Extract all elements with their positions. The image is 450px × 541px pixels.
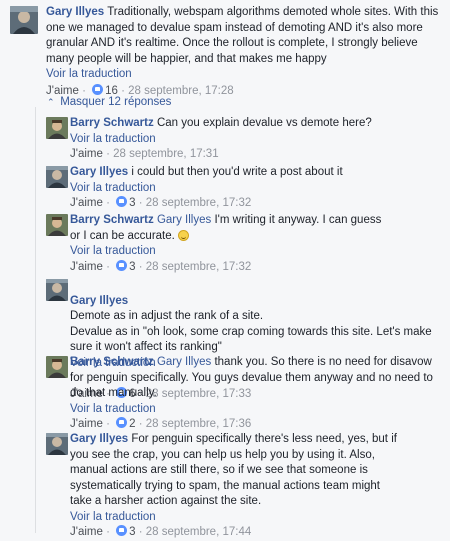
reply-meta: J'aime · 28 septembre, 17:31 xyxy=(70,148,219,160)
like-reaction-icon xyxy=(116,196,128,207)
comment-text: Traditionally, webspam algorithms demote… xyxy=(46,6,439,65)
like-link[interactable]: J'aime xyxy=(46,85,79,97)
timestamp[interactable]: 28 septembre, 17:28 xyxy=(128,85,234,97)
thread-line xyxy=(35,107,36,533)
avatar-image xyxy=(46,214,68,236)
avatar-barry-schwartz[interactable] xyxy=(46,117,68,139)
like-reaction-icon xyxy=(116,525,128,536)
avatar-image xyxy=(46,433,68,455)
avatar-gary-illyes[interactable] xyxy=(46,279,68,301)
like-reaction-icon xyxy=(116,259,128,271)
avatar-gary-illyes[interactable] xyxy=(46,166,68,188)
reply-author[interactable]: Barry Schwartz xyxy=(70,117,154,129)
avatar-gary-illyes[interactable] xyxy=(46,433,68,455)
translate-link[interactable]: Voir la traduction xyxy=(70,402,442,418)
timestamp[interactable]: 28 septembre, 17:44 xyxy=(146,526,252,538)
timestamp[interactable]: 28 septembre, 17:32 xyxy=(146,261,252,273)
avatar-image xyxy=(10,6,38,34)
avatar-gary-illyes[interactable] xyxy=(10,6,38,34)
chevron-up-icon: ⌃ xyxy=(47,97,55,107)
reply-meta: J'aime · 2 · 28 septembre, 17:36 xyxy=(70,417,252,430)
comment-author[interactable]: Gary Illyes xyxy=(46,6,104,18)
mention-link[interactable]: Gary Illyes xyxy=(157,356,211,368)
reply-author[interactable]: Gary Illyes xyxy=(70,295,128,307)
hide-replies-toggle[interactable]: ⌃ Masquer 12 réponses xyxy=(47,96,171,108)
translate-link[interactable]: Voir la traduction xyxy=(70,510,400,526)
timestamp[interactable]: 28 septembre, 17:31 xyxy=(113,148,219,160)
avatar-image xyxy=(46,279,68,301)
like-reaction-icon xyxy=(116,417,128,428)
hide-replies-label: Masquer 12 réponses xyxy=(60,96,172,108)
like-link[interactable]: J'aime xyxy=(70,261,103,273)
reply-author[interactable]: Gary Illyes xyxy=(70,166,128,178)
avatar-image xyxy=(46,166,68,188)
like-link[interactable]: J'aime xyxy=(70,148,103,160)
reaction-count[interactable]: 2 xyxy=(129,418,135,430)
avatar-image xyxy=(46,117,68,139)
reply-text: i could but then you'd write a post abou… xyxy=(131,166,343,178)
avatar-image xyxy=(46,356,68,378)
translate-link[interactable]: Voir la traduction xyxy=(70,132,442,148)
translate-link[interactable]: Voir la traduction xyxy=(70,181,442,197)
reply-author[interactable]: Barry Schwartz xyxy=(70,356,154,368)
reply-text: Demote as in adjust the rank of a site. … xyxy=(70,310,432,353)
reaction-count[interactable]: 16 xyxy=(105,85,118,97)
avatar-barry-schwartz[interactable] xyxy=(46,214,68,236)
like-link[interactable]: J'aime xyxy=(70,418,103,430)
reaction-count[interactable]: 3 xyxy=(129,261,135,273)
reply-text: Can you explain devalue vs demote here? xyxy=(156,117,372,129)
like-link[interactable]: J'aime xyxy=(70,526,103,538)
reply-author[interactable]: Barry Schwartz xyxy=(70,214,154,226)
reaction-count[interactable]: 3 xyxy=(129,526,135,538)
timestamp[interactable]: 28 septembre, 17:32 xyxy=(146,197,252,209)
like-reaction-icon xyxy=(92,83,104,95)
translate-link[interactable]: Voir la traduction xyxy=(70,244,394,260)
reply-author[interactable]: Gary Illyes xyxy=(70,433,128,445)
translate-link[interactable]: Voir la traduction xyxy=(46,67,446,83)
like-link[interactable]: J'aime xyxy=(70,197,103,209)
reply-meta: J'aime · 3 · 28 septembre, 17:32 xyxy=(70,196,252,209)
timestamp[interactable]: 28 septembre, 17:36 xyxy=(146,418,252,430)
reply-meta: J'aime · 3 · 28 septembre, 17:32 xyxy=(70,259,252,273)
smile-emoji-icon xyxy=(178,229,190,241)
mention-link[interactable]: Gary Illyes xyxy=(157,214,211,226)
reaction-count[interactable]: 3 xyxy=(129,197,135,209)
avatar-barry-schwartz[interactable] xyxy=(46,356,68,378)
